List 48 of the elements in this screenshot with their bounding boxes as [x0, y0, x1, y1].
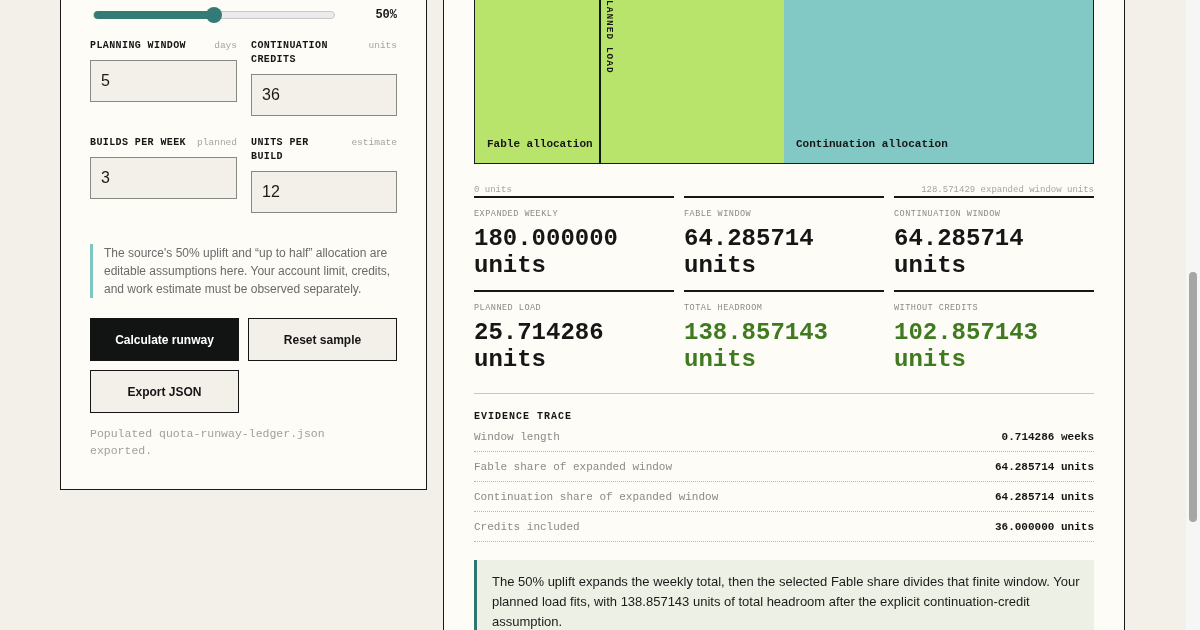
field-label: UNITS PER BUILD	[251, 136, 310, 164]
metric-label: TOTAL HEADROOM	[684, 302, 764, 314]
trace-label: Fable share of expanded window	[474, 460, 673, 473]
input-field[interactable]: 5	[90, 60, 237, 102]
axis-label: 0 units	[474, 184, 512, 196]
field-hint: planned	[197, 136, 237, 150]
trace-label: Credits included	[474, 520, 580, 533]
segment-label: Fable allocation	[487, 138, 593, 150]
summary-note: The 50% uplift expands the weekly total, then the selected Fable share divides that finite window. Your planned load fits, with 138.857143 units of total headroom after the explicit continuation-credit assumption.	[474, 560, 1094, 630]
input-field[interactable]: 36	[251, 74, 397, 116]
metric-label: FABLE WINDOW	[684, 208, 753, 220]
metric-label: CONTINUATION WINDOW	[894, 208, 1002, 220]
segment-label: Continuation allocation	[796, 138, 948, 150]
metric-label: PLANNED LOAD	[474, 302, 543, 314]
trace-value: 64.285714 units	[994, 490, 1094, 503]
action-button[interactable]: Reset sample	[248, 318, 397, 361]
input-field[interactable]: 12	[251, 171, 397, 213]
trace-label: Window length	[474, 431, 560, 443]
field-hint: days	[214, 39, 237, 53]
field-hint: estimate	[351, 136, 397, 150]
trace-value: 64.285714 units	[994, 460, 1094, 473]
input-field[interactable]: 3	[90, 157, 237, 199]
trace-value: 0.714286 weeks	[1001, 431, 1094, 443]
scrollbar[interactable]	[1186, 0, 1200, 630]
trace-value: 36.000000 units	[994, 520, 1094, 533]
trace-label: Continuation share of expanded window	[474, 490, 719, 503]
field-label: BUILDS PER WEEK	[90, 136, 186, 150]
slider-value: 50%	[375, 8, 397, 22]
action-button[interactable]: Export JSON	[90, 370, 239, 413]
section-title: EVIDENCE TRACE	[474, 411, 573, 423]
field-hint: units	[368, 39, 397, 53]
calculate-button[interactable]: Calculate runway	[90, 318, 239, 361]
field-label: CONTINUATION CREDITS	[251, 39, 329, 67]
scrollbar-thumb[interactable]	[1189, 272, 1197, 522]
metric-value: 64.285714 units	[684, 225, 815, 279]
field-label: PLANNING WINDOW	[90, 39, 186, 53]
slider-thumb[interactable]	[206, 7, 222, 23]
axis-label: 128.571429 expanded window units	[921, 184, 1094, 196]
assumption-note: The source's 50% uplift and “up to half” allocation are editable assumptions here. Your account limit, credits, and work estimate must be observed separately.	[90, 244, 397, 298]
status-text: Populated quota-runway-ledger.json exported.	[90, 426, 326, 459]
metric-value: 138.857143 units	[684, 319, 830, 373]
metric-value: 102.857143 units	[894, 319, 1040, 373]
metric-value: 180.000000 units	[474, 225, 620, 279]
metric-label: EXPANDED WEEKLY	[474, 208, 559, 220]
metric-value: 64.285714 units	[894, 225, 1025, 279]
marker-label: LANNED LOAD	[602, 0, 615, 74]
metric-label: WITHOUT CREDITS	[894, 302, 979, 314]
metric-value: 25.714286 units	[474, 319, 605, 373]
